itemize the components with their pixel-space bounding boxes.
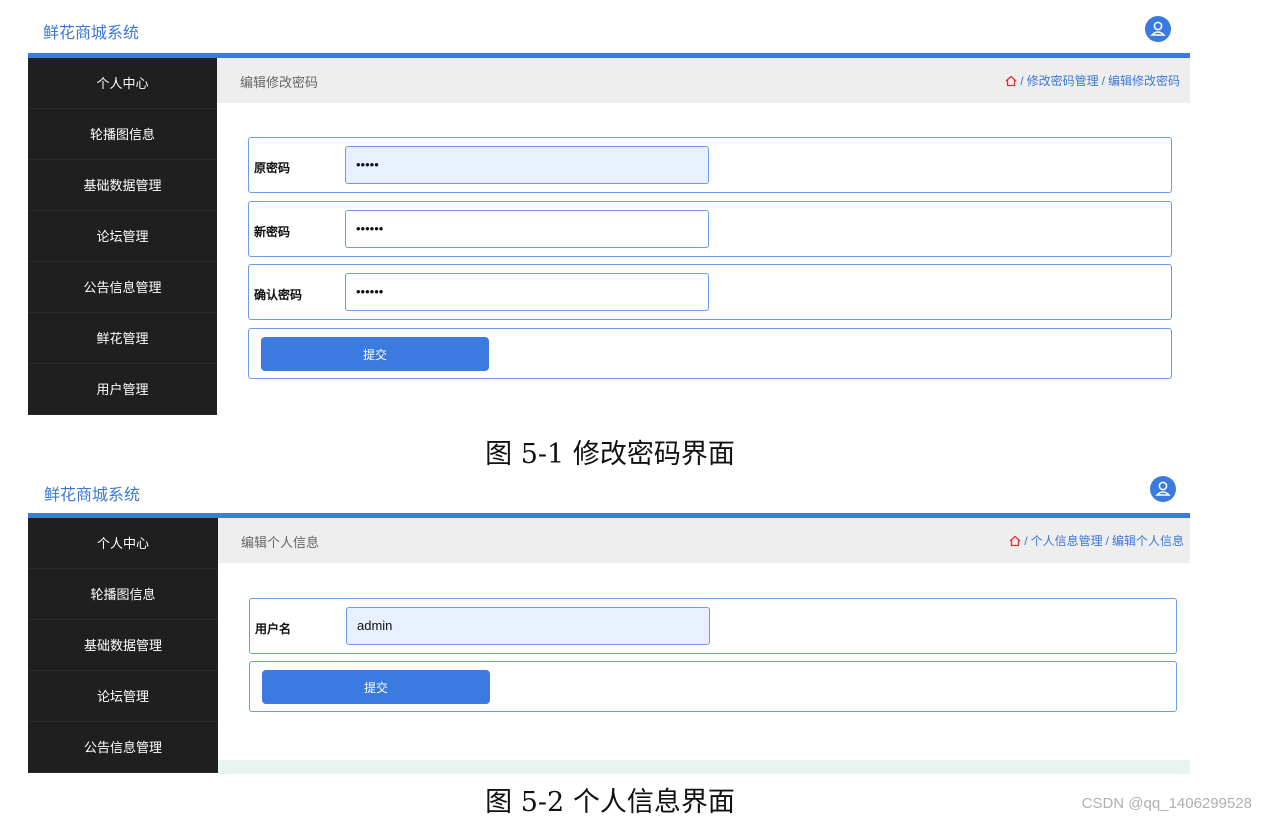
sidebar-item-carousel[interactable]: 轮播图信息 — [28, 569, 218, 620]
user-avatar-icon[interactable] — [1150, 476, 1176, 502]
username-input[interactable]: admin — [346, 607, 710, 645]
sidebar: 个人中心 轮播图信息 基础数据管理 论坛管理 公告信息管理 鲜花管理 用户管理 — [28, 58, 217, 415]
sidebar-item-personal-center[interactable]: 个人中心 — [28, 58, 217, 109]
brand-title: 鲜花商城系统 — [44, 487, 141, 504]
form-row-submit: 提交 — [249, 661, 1177, 712]
breadcrumb-link[interactable]: 个人信息管理 — [1031, 534, 1103, 548]
page-title: 编辑修改密码 — [240, 75, 319, 90]
old-password-label: 原密码 — [254, 161, 291, 175]
breadcrumb-link[interactable]: 修改密码管理 — [1027, 74, 1099, 88]
sidebar-item-personal-center[interactable]: 个人中心 — [28, 518, 218, 569]
title-bar: 编辑个人信息 / 个人信息管理 / 编辑个人信息 — [218, 518, 1190, 563]
username-label: 用户名 — [255, 622, 292, 636]
figure-caption: 图 5-2 个人信息界面 — [485, 787, 735, 818]
new-password-label: 新密码 — [254, 225, 291, 239]
sidebar-item-flowers[interactable]: 鲜花管理 — [28, 313, 217, 364]
sidebar-item-notice[interactable]: 公告信息管理 — [28, 262, 217, 313]
submit-button[interactable]: 提交 — [262, 670, 490, 704]
sidebar-item-basic-data[interactable]: 基础数据管理 — [28, 620, 218, 671]
top-bar: 鲜花商城系统 — [28, 460, 1190, 518]
confirm-password-label: 确认密码 — [254, 288, 303, 302]
sidebar-item-notice[interactable]: 公告信息管理 — [28, 722, 218, 773]
form-row-submit: 提交 — [248, 328, 1172, 379]
sidebar-item-carousel[interactable]: 轮播图信息 — [28, 109, 217, 160]
breadcrumb-current: 编辑修改密码 — [1107, 74, 1180, 88]
sidebar-item-basic-data[interactable]: 基础数据管理 — [28, 160, 217, 211]
form-row-new-password: 新密码 •••••• — [248, 201, 1172, 257]
form-row-confirm-password: 确认密码 •••••• — [248, 264, 1172, 320]
footer-strip — [218, 760, 1190, 774]
form-row-username: 用户名 admin — [249, 598, 1177, 654]
sidebar-item-users[interactable]: 用户管理 — [28, 364, 217, 415]
breadcrumb: / 个人信息管理 / 编辑个人信息 — [1009, 532, 1184, 550]
old-password-input[interactable]: ••••• — [345, 146, 709, 184]
new-password-input[interactable]: •••••• — [345, 210, 709, 248]
form-row-old-password: 原密码 ••••• — [248, 137, 1172, 193]
confirm-password-input[interactable]: •••••• — [345, 273, 709, 311]
home-icon[interactable] — [1005, 75, 1017, 90]
top-bar: 鲜花商城系统 — [28, 0, 1190, 58]
brand-title: 鲜花商城系统 — [43, 25, 140, 42]
sidebar-item-forum[interactable]: 论坛管理 — [28, 671, 218, 722]
breadcrumb-current: 编辑个人信息 — [1111, 534, 1184, 548]
submit-button[interactable]: 提交 — [261, 337, 489, 371]
user-avatar-icon[interactable] — [1145, 16, 1171, 42]
sidebar-item-forum[interactable]: 论坛管理 — [28, 211, 217, 262]
watermark: CSDN @qq_1406299528 — [1081, 795, 1252, 812]
page-title: 编辑个人信息 — [241, 535, 320, 550]
home-icon[interactable] — [1009, 535, 1021, 550]
app-window-personal-info: 鲜花商城系统 个人中心 轮播图信息 基础数据管理 论坛管理 公告信息管理 编辑个… — [28, 460, 1190, 774]
sidebar: 个人中心 轮播图信息 基础数据管理 论坛管理 公告信息管理 — [28, 518, 218, 773]
breadcrumb: / 修改密码管理 / 编辑修改密码 — [1005, 72, 1180, 90]
title-bar: 编辑修改密码 / 修改密码管理 / 编辑修改密码 — [217, 58, 1190, 103]
